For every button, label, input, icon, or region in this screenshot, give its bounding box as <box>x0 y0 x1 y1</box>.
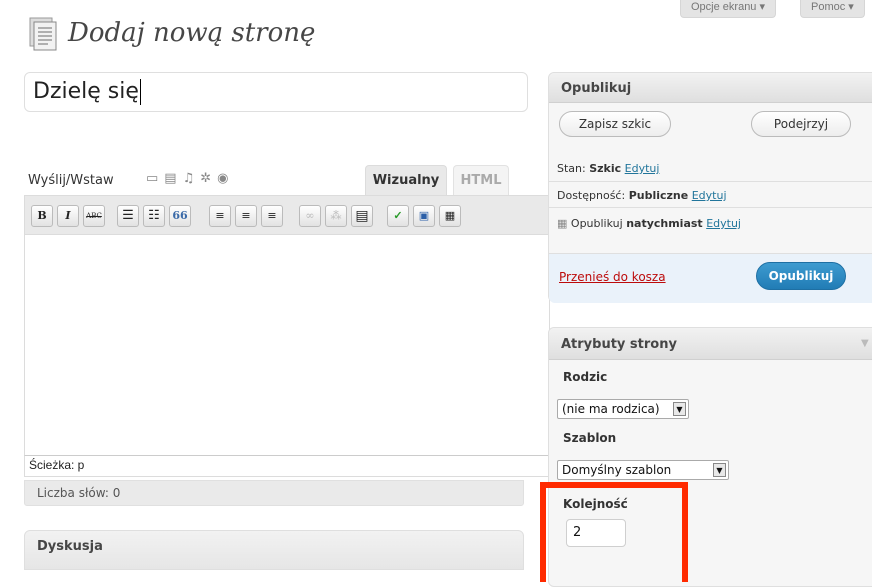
parent-select[interactable]: (nie ma rodzica) ▼ <box>557 399 689 419</box>
post-title-input[interactable]: Dzielę się <box>24 72 528 112</box>
italic-button[interactable]: I <box>57 205 79 227</box>
word-count: Liczba słów: 0 <box>24 480 524 506</box>
publish-box: Opublikuj Zapisz szkic Podejrzyj Stan: S… <box>548 72 872 303</box>
blockquote-button[interactable]: 66 <box>169 205 191 227</box>
divider <box>549 207 872 208</box>
publish-time-value: natychmiast <box>626 217 703 230</box>
status-value: Szkic <box>589 162 622 175</box>
add-image-icon[interactable]: ▭ <box>146 171 158 186</box>
publish-actions: Przenieś do kosza Opublikuj <box>549 253 872 303</box>
visibility-label: Dostępność: <box>557 189 626 202</box>
upload-insert-label: Wyślij/Wstaw <box>28 173 114 188</box>
align-right-button[interactable]: ≡ <box>261 205 283 227</box>
move-to-trash-link[interactable]: Przenieś do kosza <box>559 270 666 284</box>
dropdown-arrow-icon: ▼ <box>673 402 686 416</box>
divider <box>549 181 872 182</box>
save-draft-button[interactable]: Zapisz szkic <box>559 111 671 137</box>
fullscreen-icon[interactable]: ▣ <box>413 205 435 227</box>
page-title: Dodaj nową stronę <box>68 18 316 48</box>
more-tag-button[interactable]: ▤ <box>351 205 373 227</box>
dropdown-arrow-icon: ▼ <box>713 463 726 477</box>
publish-time-label: Opublikuj <box>570 217 623 230</box>
template-select-value: Domyślny szablon <box>562 463 672 477</box>
publish-time-row: ▦ Opublikuj natychmiast Edytuj <box>557 217 741 230</box>
visibility-value: Publiczne <box>628 189 689 202</box>
media-buttons: ▭ ▤ ♫ ✲ ◉ <box>146 171 229 186</box>
numbered-list-button[interactable]: ☷ <box>143 205 165 227</box>
add-audio-icon[interactable]: ♫ <box>183 171 195 186</box>
status-row: Stan: Szkic Edytuj <box>557 162 659 175</box>
strikethrough-button[interactable]: ABC <box>83 205 105 227</box>
editor-content-area[interactable] <box>24 235 550 455</box>
post-title-value: Dzielę się <box>33 79 139 104</box>
template-select[interactable]: Domyślny szablon ▼ <box>557 460 729 480</box>
edit-visibility-link[interactable]: Edytuj <box>692 189 727 202</box>
editor-toolbar: B I ABC ☰ ☷ 66 ≡ ≡ ≡ ∞ ⁂ ▤ ✓ ▣ ▦ <box>24 195 550 235</box>
calendar-icon: ▦ <box>557 217 568 230</box>
order-input[interactable]: 2 <box>566 519 626 547</box>
preview-button[interactable]: Podejrzyj <box>751 111 851 137</box>
tab-visual[interactable]: Wizualny <box>365 165 447 195</box>
add-other-icon[interactable]: ◉ <box>217 171 228 186</box>
page-attributes-box: Atrybuty strony ▼ Rodzic (nie ma rodzica… <box>548 327 872 587</box>
help-label: Pomoc <box>811 1 846 13</box>
help-tab[interactable]: Pomoc ▾ <box>800 0 865 18</box>
publish-button[interactable]: Opublikuj <box>756 262 846 290</box>
tab-html[interactable]: HTML <box>453 165 509 195</box>
add-video-icon[interactable]: ▤ <box>164 171 176 186</box>
template-label: Szablon <box>563 431 617 445</box>
publish-box-title[interactable]: Opublikuj <box>549 73 872 103</box>
collapse-arrow-icon[interactable]: ▼ <box>861 338 869 349</box>
status-label: Stan: <box>557 162 586 175</box>
unlink-button[interactable]: ⁂ <box>325 205 347 227</box>
screen-options-tab[interactable]: Opcje ekranu ▾ <box>680 0 777 18</box>
text-caret <box>139 79 141 105</box>
discussion-box-header[interactable]: Dyskusja <box>24 530 524 570</box>
bold-button[interactable]: B <box>31 205 53 227</box>
order-label: Kolejność <box>563 497 628 511</box>
editor-path: Ścieżka: p <box>24 455 550 477</box>
screen-options-label: Opcje ekranu <box>691 1 757 13</box>
parent-select-value: (nie ma rodzica) <box>562 402 660 416</box>
align-center-button[interactable]: ≡ <box>235 205 257 227</box>
add-media-icon[interactable]: ✲ <box>200 171 211 186</box>
insert-link-button[interactable]: ∞ <box>299 205 321 227</box>
edit-status-link[interactable]: Edytuj <box>625 162 660 175</box>
visibility-row: Dostępność: Publiczne Edytuj <box>557 189 727 202</box>
page-attributes-title[interactable]: Atrybuty strony <box>549 328 872 360</box>
bullet-list-button[interactable]: ☰ <box>117 205 139 227</box>
kitchen-sink-icon[interactable]: ▦ <box>439 205 461 227</box>
pages-icon <box>29 17 57 51</box>
align-left-button[interactable]: ≡ <box>209 205 231 227</box>
edit-publish-time-link[interactable]: Edytuj <box>706 217 741 230</box>
spellcheck-icon[interactable]: ✓ <box>387 205 409 227</box>
parent-label: Rodzic <box>563 370 608 384</box>
